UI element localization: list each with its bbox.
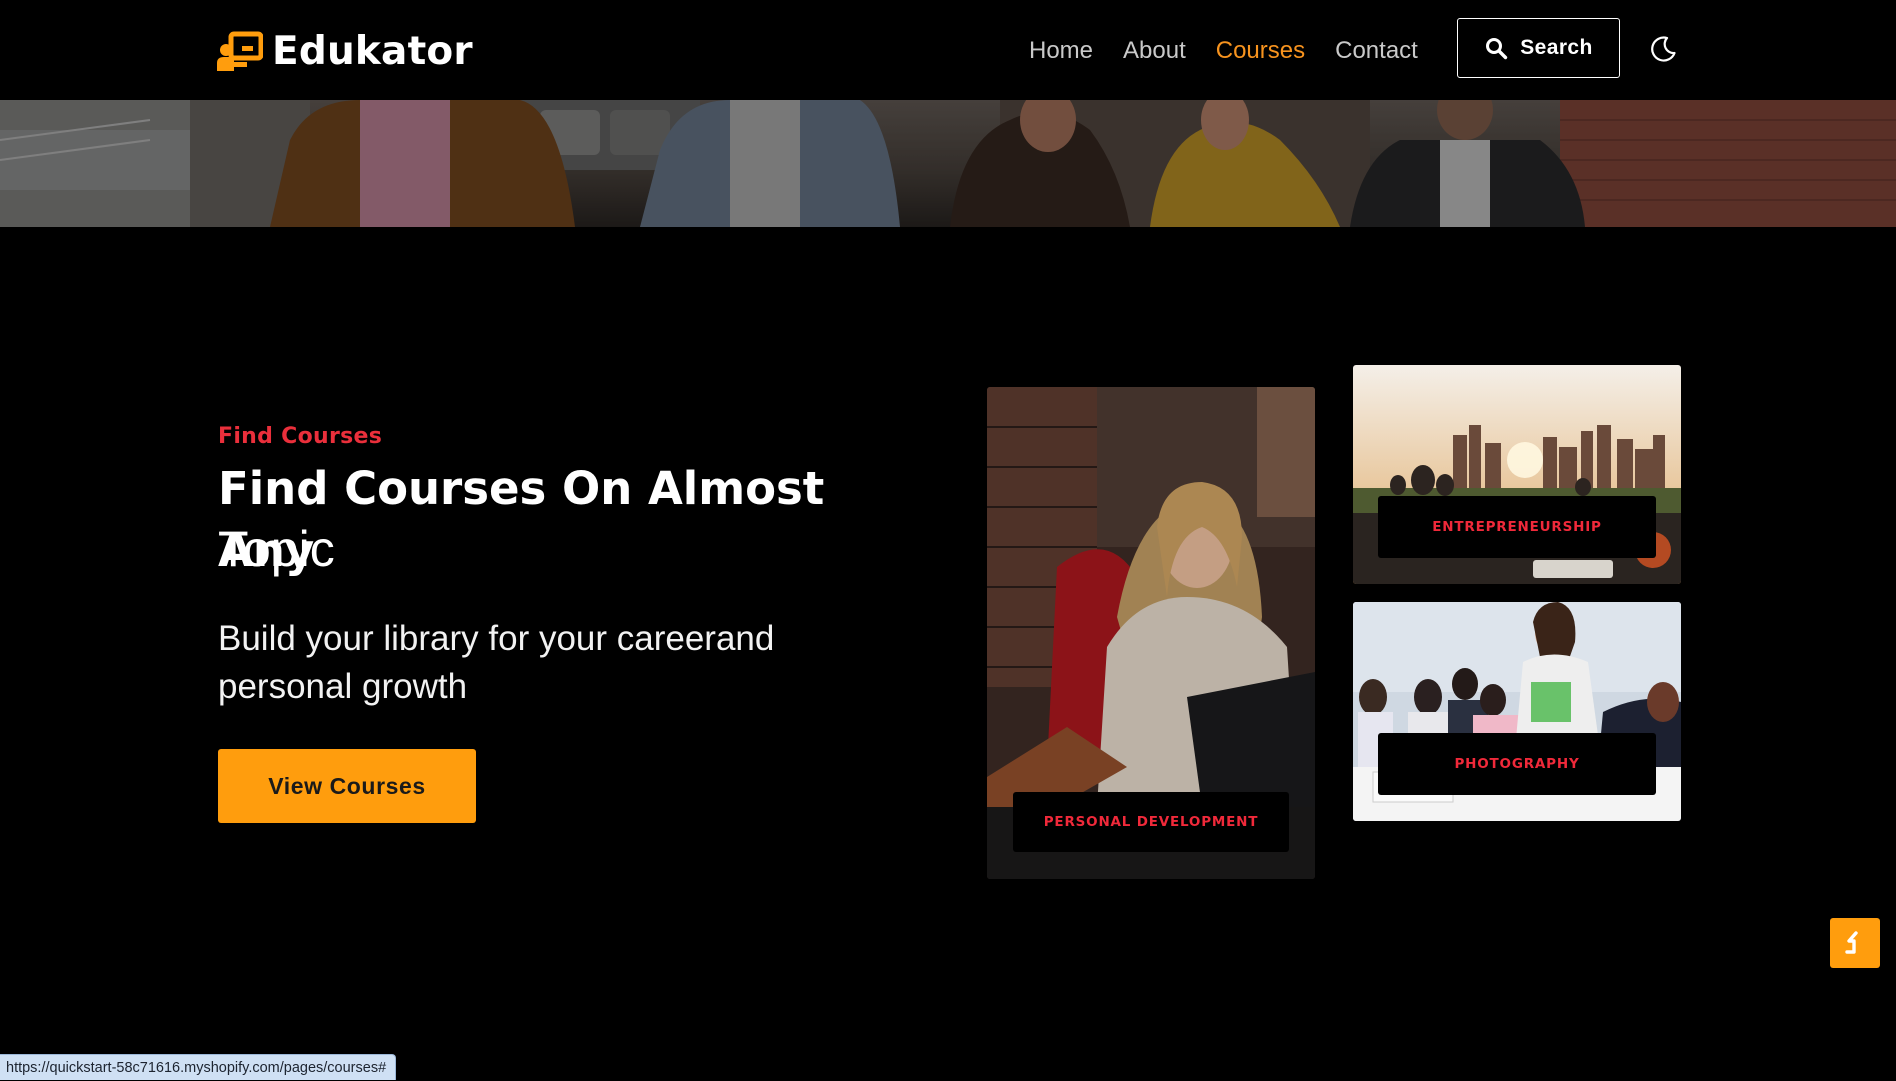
- hero-subtext: Build your library for your careerand pe…: [218, 619, 775, 706]
- brand-logo[interactable]: Edukator: [217, 26, 473, 76]
- nav-contact[interactable]: Contact: [1335, 35, 1418, 67]
- search-icon: [1486, 38, 1508, 60]
- category-tag-photography: PHOTOGRAPHY: [1378, 733, 1656, 795]
- search-button[interactable]: Search: [1457, 18, 1620, 78]
- hero-banner-image: [0, 100, 1896, 227]
- arrow-up-icon: [1845, 931, 1858, 954]
- nav-home[interactable]: Home: [1029, 35, 1093, 67]
- category-card-personal-development[interactable]: PERSONAL DEVELOPMENT: [987, 387, 1315, 879]
- teacher-board-icon: [217, 31, 263, 71]
- category-card-photography[interactable]: PHOTOGRAPHY: [1353, 602, 1681, 821]
- site-header: Edukator Home About Courses Contact Sear…: [0, 0, 1896, 100]
- main-nav: Home About Courses Contact: [1029, 35, 1448, 67]
- view-courses-button[interactable]: View Courses: [218, 749, 476, 823]
- category-card-entrepreneurship[interactable]: ENTREPRENEURSHIP: [1353, 365, 1681, 584]
- page-title-continuation: Topic: [218, 521, 335, 577]
- search-button-label: Search: [1520, 36, 1593, 59]
- moon-icon[interactable]: [1648, 34, 1678, 64]
- back-to-top-button[interactable]: [1830, 918, 1880, 968]
- section-eyebrow: Find Courses: [218, 424, 383, 449]
- category-tag-entrepreneurship: ENTREPRENEURSHIP: [1378, 496, 1656, 558]
- nav-about[interactable]: About: [1123, 35, 1186, 67]
- category-tag-personal-development: PERSONAL DEVELOPMENT: [1013, 792, 1289, 852]
- brand-name: Edukator: [272, 28, 473, 74]
- browser-status-url: https://quickstart-58c71616.myshopify.co…: [0, 1054, 397, 1080]
- nav-courses[interactable]: Courses: [1216, 35, 1305, 67]
- students-walking-photo: [0, 100, 1896, 227]
